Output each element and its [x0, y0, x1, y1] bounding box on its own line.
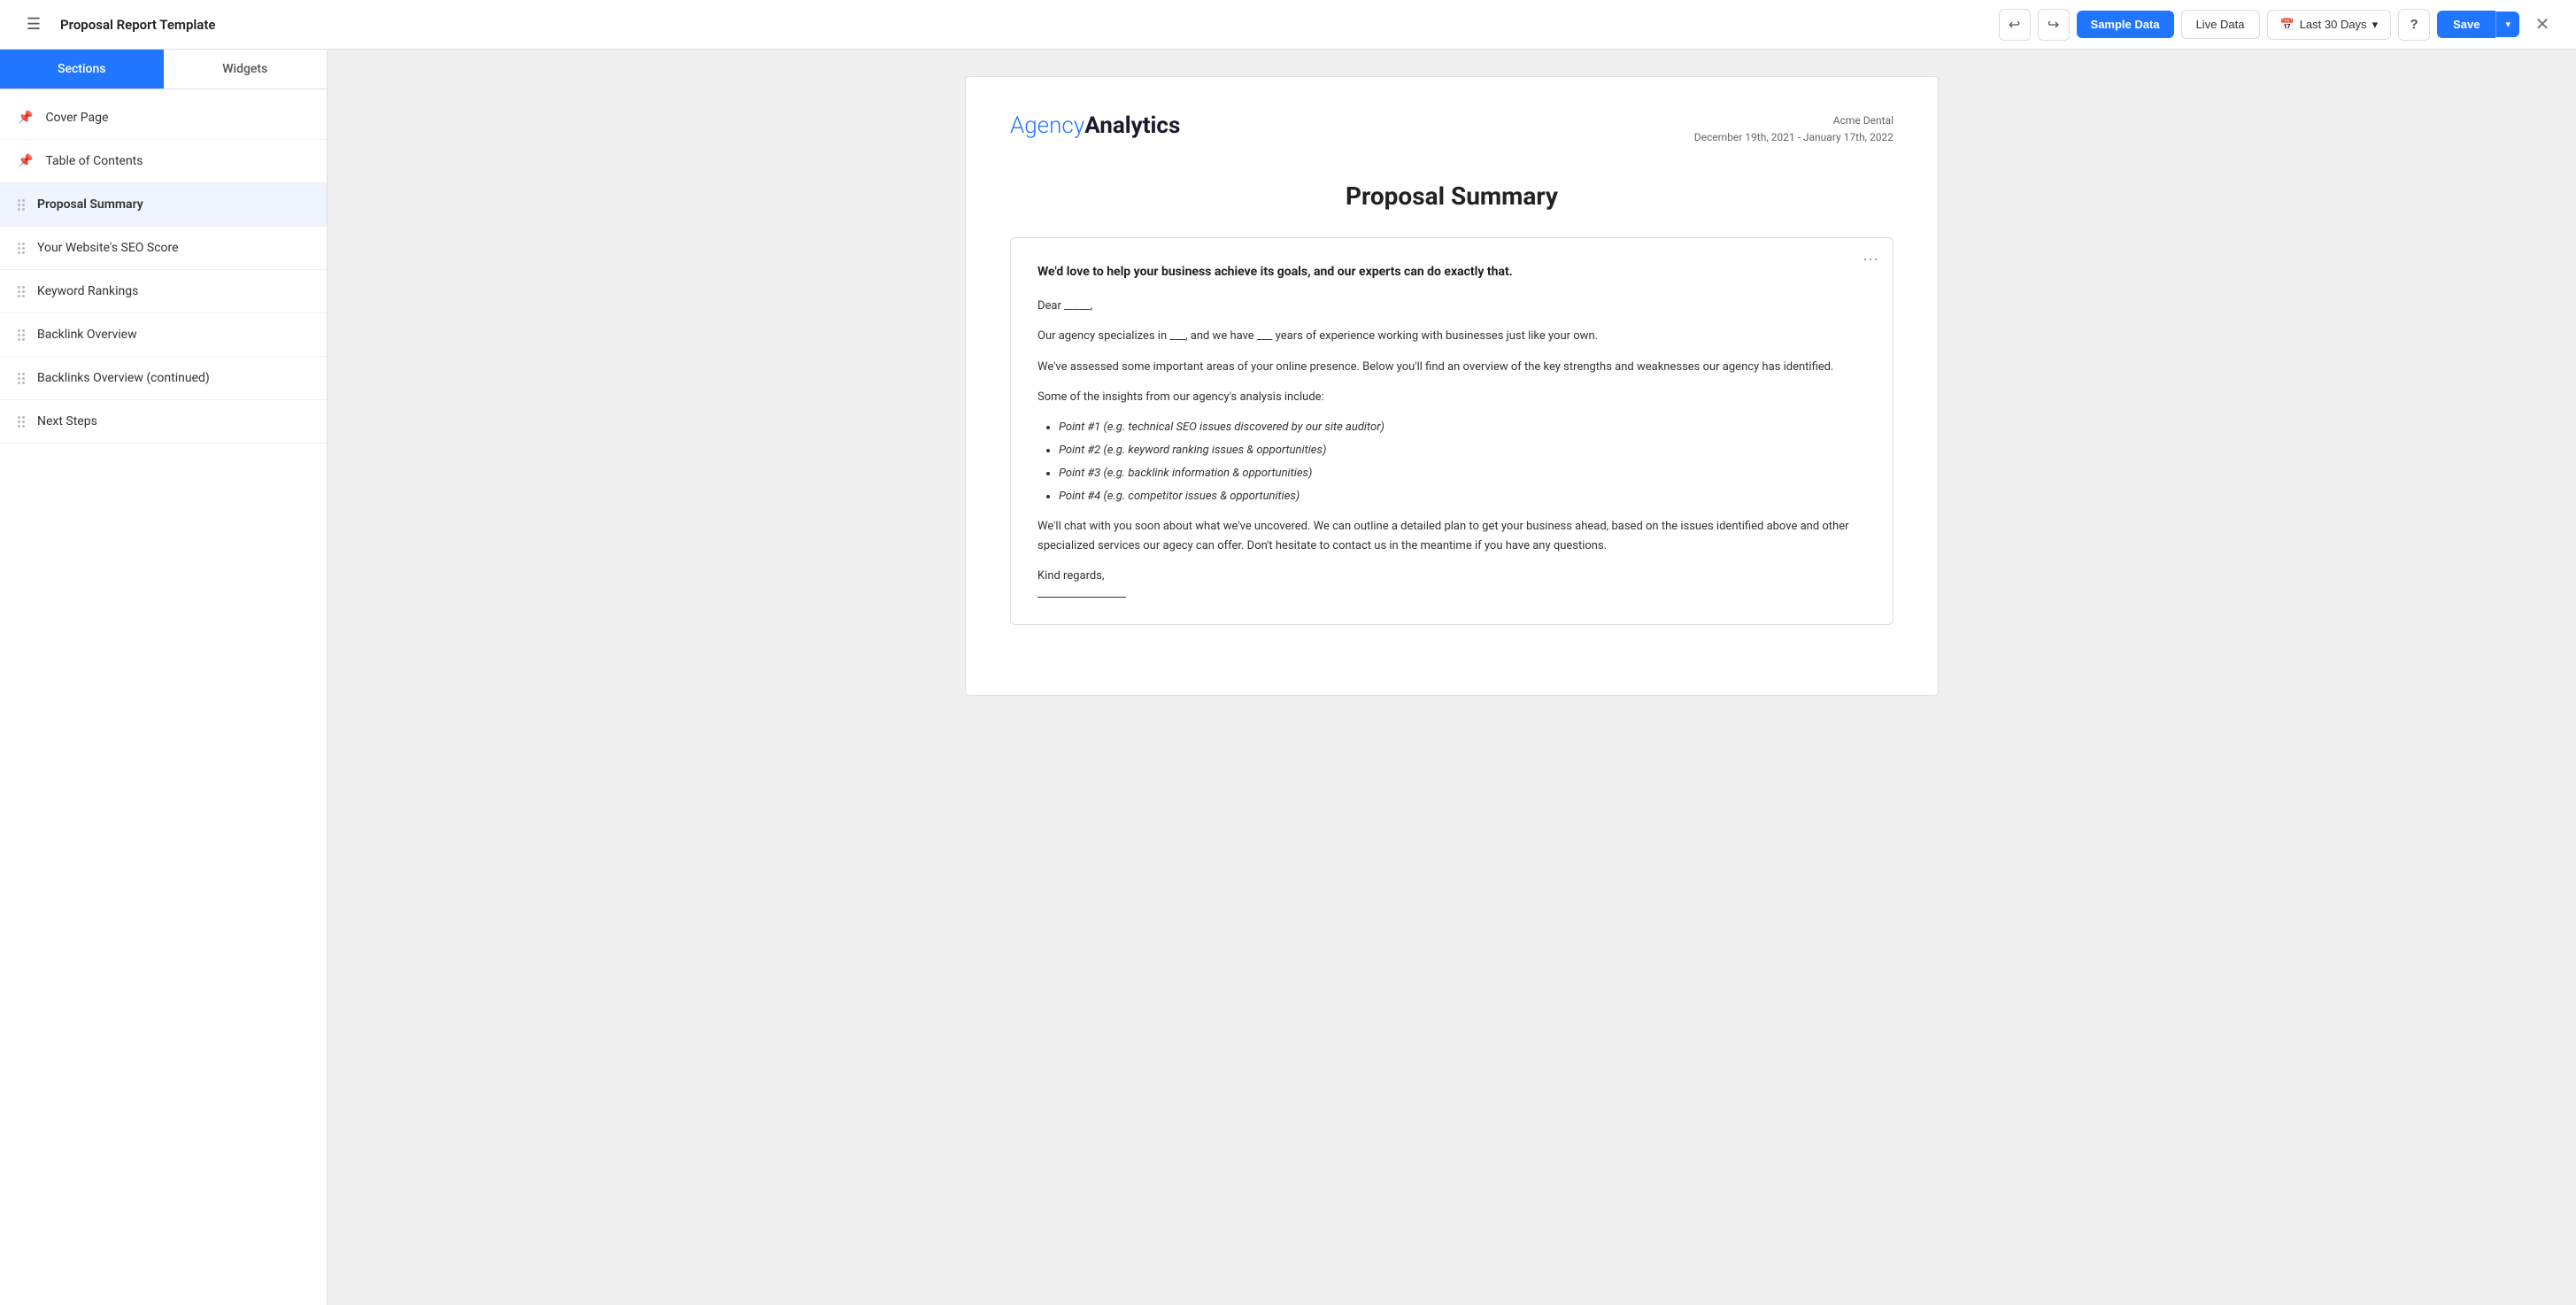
- proposal-card: We'd love to help your business achieve …: [1010, 237, 1893, 625]
- list-item: Point #1 (e.g. technical SEO issues disc…: [1059, 418, 1866, 437]
- report-page: AgencyAnalytics Acme Dental December 19t…: [965, 76, 1939, 696]
- drag-handle-icon: [18, 199, 25, 211]
- calendar-icon: 📅: [2280, 18, 2294, 32]
- close-button[interactable]: ✕: [2526, 9, 2558, 41]
- redo-button[interactable]: ↪: [2038, 9, 2070, 41]
- brand-logo: AgencyAnalytics: [1010, 112, 1180, 139]
- sidebar-item-label: Backlink Overview: [37, 328, 137, 342]
- proposal-card-header: We'd love to help your business achieve …: [1037, 265, 1866, 279]
- save-dropdown-button[interactable]: ▾: [2495, 12, 2519, 37]
- sidebar-item-label: Your Website's SEO Score: [37, 241, 179, 255]
- list-item: Point #4 (e.g. competitor issues & oppor…: [1059, 487, 1866, 506]
- pin-icon: 📌: [18, 111, 33, 125]
- sidebar-item-proposal-summary[interactable]: Proposal Summary: [0, 183, 327, 227]
- para1: Our agency specializes in ___, and we ha…: [1037, 327, 1866, 346]
- sidebar: Sections Widgets 📌 Cover Page 📌 Table of…: [0, 50, 328, 1305]
- drag-handle-icon: [18, 373, 25, 384]
- nav-actions: ↩ ↪ Sample Data Live Data 📅 Last 30 Days…: [1999, 9, 2558, 41]
- chevron-down-icon: ▾: [2372, 18, 2379, 32]
- sidebar-item-backlinks-continued[interactable]: Backlinks Overview (continued): [0, 357, 327, 400]
- sidebar-item-keyword-rankings[interactable]: Keyword Rankings: [0, 270, 327, 313]
- sample-data-button[interactable]: Sample Data: [2077, 11, 2174, 38]
- brand-analytics: Analytics: [1084, 112, 1180, 139]
- drag-handle-icon: [18, 286, 25, 297]
- greeting: Dear _____,: [1037, 297, 1866, 316]
- report-meta: Acme Dental December 19th, 2021 - Januar…: [1694, 112, 1893, 146]
- app-title: Proposal Report Template: [60, 17, 1019, 33]
- brand-agency: Agency: [1010, 112, 1084, 139]
- tab-widgets[interactable]: Widgets: [164, 50, 328, 89]
- sidebar-item-label: Keyword Rankings: [37, 284, 138, 298]
- hamburger-icon: ☰: [27, 15, 41, 34]
- sidebar-item-cover-page[interactable]: 📌 Cover Page: [0, 97, 327, 140]
- sidebar-item-backlink-overview[interactable]: Backlink Overview: [0, 313, 327, 357]
- report-date-range: December 19th, 2021 - January 17th, 2022: [1694, 129, 1893, 146]
- report-header: AgencyAnalytics Acme Dental December 19t…: [1010, 112, 1893, 146]
- sidebar-item-table-of-contents[interactable]: 📌 Table of Contents: [0, 140, 327, 183]
- para2: We've assessed some important areas of y…: [1037, 358, 1866, 377]
- client-name: Acme Dental: [1694, 112, 1893, 129]
- main-layout: Sections Widgets 📌 Cover Page 📌 Table of…: [0, 50, 2576, 1305]
- sidebar-items-list: 📌 Cover Page 📌 Table of Contents Proposa…: [0, 89, 327, 451]
- sidebar-item-seo-score[interactable]: Your Website's SEO Score: [0, 227, 327, 270]
- drag-handle-icon: [18, 329, 25, 341]
- signature-line: [1037, 597, 1126, 598]
- sidebar-item-next-steps[interactable]: Next Steps: [0, 400, 327, 444]
- tab-sections[interactable]: Sections: [0, 50, 164, 89]
- sidebar-tab-group: Sections Widgets: [0, 50, 327, 89]
- live-data-button[interactable]: Live Data: [2181, 10, 2260, 39]
- sidebar-item-label: Table of Contents: [45, 154, 143, 168]
- undo-button[interactable]: ↩: [1999, 9, 2031, 41]
- date-range-button[interactable]: 📅 Last 30 Days ▾: [2267, 10, 2392, 40]
- list-item: Point #2 (e.g. keyword ranking issues & …: [1059, 441, 1866, 460]
- drag-handle-icon: [18, 243, 25, 254]
- main-content-area: AgencyAnalytics Acme Dental December 19t…: [328, 50, 2576, 1305]
- top-nav: ☰ Proposal Report Template ↩ ↪ Sample Da…: [0, 0, 2576, 50]
- redo-icon: ↪: [2048, 16, 2059, 34]
- drag-handle-icon: [18, 416, 25, 428]
- undo-icon: ↩: [2009, 16, 2020, 34]
- card-menu-button[interactable]: ⋯: [1863, 251, 1878, 269]
- save-button-group: Save ▾: [2437, 11, 2519, 38]
- sidebar-item-label: Cover Page: [45, 111, 108, 125]
- report-title: Proposal Summary: [1010, 181, 1893, 211]
- proposal-body: Dear _____, Our agency specializes in __…: [1037, 297, 1866, 598]
- sign-off: Kind regards,: [1037, 567, 1866, 586]
- bullet-list: Point #1 (e.g. technical SEO issues disc…: [1059, 418, 1866, 506]
- sidebar-item-label: Next Steps: [37, 414, 97, 429]
- help-button[interactable]: ?: [2398, 9, 2430, 41]
- pin-icon: 📌: [18, 154, 33, 168]
- hamburger-menu-button[interactable]: ☰: [18, 9, 50, 41]
- insights-intro: Some of the insights from our agency's a…: [1037, 388, 1866, 407]
- save-button[interactable]: Save: [2437, 11, 2495, 38]
- closing-para: We'll chat with you soon about what we'v…: [1037, 517, 1866, 556]
- sidebar-item-label: Backlinks Overview (continued): [37, 371, 210, 385]
- date-range-label: Last 30 Days: [2300, 18, 2367, 31]
- sidebar-item-label: Proposal Summary: [37, 197, 143, 212]
- list-item: Point #3 (e.g. backlink information & op…: [1059, 464, 1866, 483]
